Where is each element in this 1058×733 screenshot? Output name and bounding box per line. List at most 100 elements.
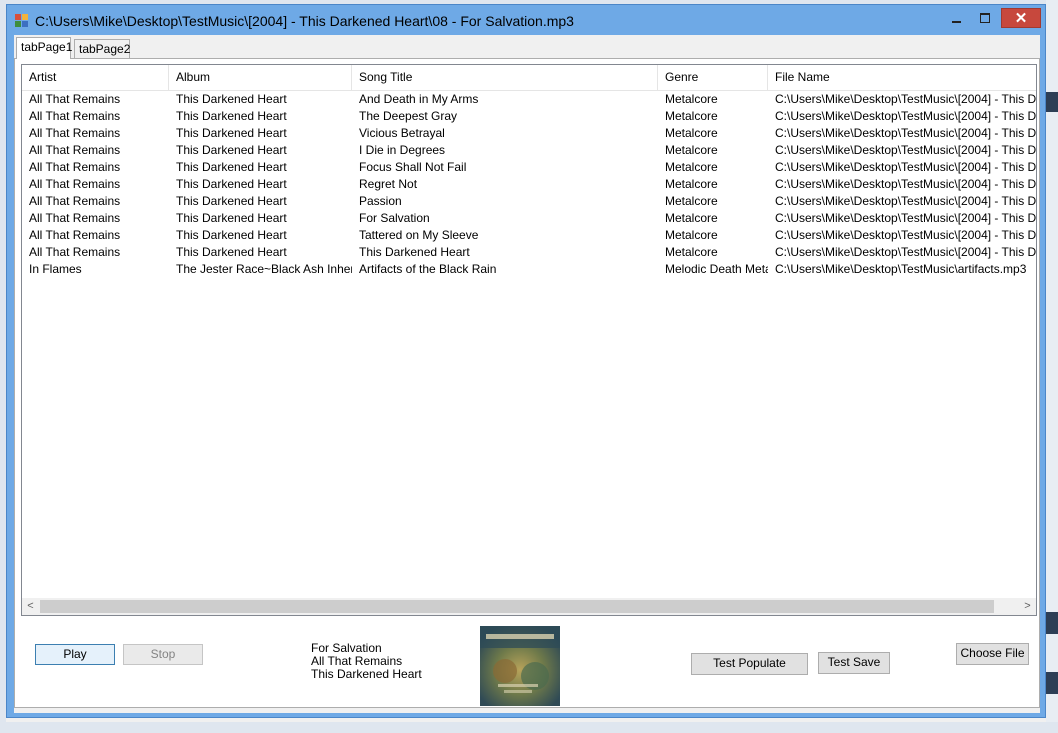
column-header-genre[interactable]: Genre bbox=[658, 65, 768, 90]
cell-genre: Metalcore bbox=[665, 160, 718, 174]
cell-genre: Metalcore bbox=[665, 109, 718, 123]
tab-page1[interactable]: tabPage1 bbox=[16, 37, 72, 59]
cell-artist: All That Remains bbox=[29, 228, 121, 242]
cell-artist: All That Remains bbox=[29, 160, 121, 174]
table-row[interactable]: All That Remains This Darkened Heart The D… bbox=[22, 108, 1037, 125]
cell-album: This Darkened Heart bbox=[176, 177, 287, 191]
scroll-left-icon[interactable]: < bbox=[22, 598, 39, 615]
cell-album: This Darkened Heart bbox=[176, 245, 287, 259]
table-row[interactable]: All That Remains This Darkened Heart Vicio… bbox=[22, 125, 1037, 142]
table-row[interactable]: All That Remains This Darkened Heart This … bbox=[22, 244, 1037, 261]
scroll-right-icon[interactable]: > bbox=[1019, 598, 1036, 615]
column-header-album[interactable]: Album bbox=[169, 65, 352, 90]
table-row[interactable]: All That Remains This Darkened Heart And D… bbox=[22, 91, 1037, 108]
cell-song-title: Tattered on My Sleeve bbox=[359, 228, 479, 242]
cell-genre: Metalcore bbox=[665, 92, 718, 106]
background-taskbar bbox=[0, 722, 1058, 733]
table-row[interactable]: In Flames The Jester Race~Black Ash Inher… bbox=[22, 261, 1036, 278]
cell-artist: All That Remains bbox=[29, 194, 121, 208]
table-row[interactable]: All That Remains This Darkened Heart For S… bbox=[22, 210, 1037, 227]
cell-album: The Jester Race~Black Ash Inher... bbox=[176, 262, 352, 276]
stop-button[interactable]: Stop bbox=[123, 644, 203, 665]
cell-song-title: Passion bbox=[359, 194, 402, 208]
cell-genre: Metalcore bbox=[665, 245, 718, 259]
table-row[interactable]: All That Remains This Darkened Heart Focus… bbox=[22, 159, 1037, 176]
close-button[interactable]: ✕ bbox=[1001, 8, 1041, 28]
cell-artist: In Flames bbox=[29, 262, 82, 276]
cell-genre: Metalcore bbox=[665, 126, 718, 140]
cell-album: This Darkened Heart bbox=[176, 92, 287, 106]
cell-artist: All That Remains bbox=[29, 177, 121, 191]
cell-genre: Metalcore bbox=[665, 211, 718, 225]
cell-artist: All That Remains bbox=[29, 109, 121, 123]
cell-file-name: C:\Users\Mike\Desktop\TestMusic\[2004] -… bbox=[775, 92, 1037, 106]
client-area: tabPage1 tabPage2 Artist Album Song Titl… bbox=[14, 35, 1040, 713]
horizontal-scrollbar[interactable]: < > bbox=[22, 598, 1036, 615]
close-icon: ✕ bbox=[1014, 10, 1028, 27]
cell-song-title: The Deepest Gray bbox=[359, 109, 458, 123]
list-rows: All That Remains This Darkened Heart And D… bbox=[22, 91, 1037, 278]
scrollbar-thumb[interactable] bbox=[40, 600, 994, 613]
cell-file-name: C:\Users\Mike\Desktop\TestMusic\[2004] -… bbox=[775, 228, 1037, 242]
cell-song-title: Artifacts of the Black Rain bbox=[359, 262, 497, 276]
cell-genre: Metalcore bbox=[665, 194, 718, 208]
cell-artist: All That Remains bbox=[29, 92, 121, 106]
test-populate-button[interactable]: Test Populate bbox=[691, 653, 808, 675]
cell-song-title: For Salvation bbox=[359, 211, 430, 225]
album-art-image bbox=[480, 626, 560, 706]
minimize-button[interactable] bbox=[943, 8, 971, 28]
cell-artist: All That Remains bbox=[29, 211, 121, 225]
cell-genre: Metalcore bbox=[665, 143, 718, 157]
cell-artist: All That Remains bbox=[29, 126, 121, 140]
cell-album: This Darkened Heart bbox=[176, 160, 287, 174]
cell-file-name: C:\Users\Mike\Desktop\TestMusic\[2004] -… bbox=[775, 245, 1037, 259]
maximize-button[interactable] bbox=[971, 8, 999, 28]
cell-genre: Metalcore bbox=[665, 228, 718, 242]
cell-file-name: C:\Users\Mike\Desktop\TestMusic\[2004] -… bbox=[775, 211, 1037, 225]
column-header-artist[interactable]: Artist bbox=[22, 65, 169, 90]
column-header-file-name[interactable]: File Name bbox=[768, 65, 1036, 90]
cell-file-name: C:\Users\Mike\Desktop\TestMusic\[2004] -… bbox=[775, 126, 1037, 140]
cell-album: This Darkened Heart bbox=[176, 126, 287, 140]
cell-song-title: Vicious Betrayal bbox=[359, 126, 445, 140]
cell-song-title: This Darkened Heart bbox=[359, 245, 470, 259]
cell-artist: All That Remains bbox=[29, 245, 121, 259]
play-button[interactable]: Play bbox=[35, 644, 115, 665]
now-playing-album: This Darkened Heart bbox=[311, 667, 422, 681]
tab-strip: tabPage1 tabPage2 bbox=[14, 37, 1040, 59]
cell-genre: Melodic Death Metal bbox=[665, 262, 768, 276]
window-title: C:\Users\Mike\Desktop\TestMusic\[2004] -… bbox=[35, 13, 574, 29]
column-header-song-title[interactable]: Song Title bbox=[352, 65, 658, 90]
table-row[interactable]: All That Remains This Darkened Heart I Die… bbox=[22, 142, 1037, 159]
cell-artist: All That Remains bbox=[29, 143, 121, 157]
list-header: Artist Album Song Title Genre File Name bbox=[22, 65, 1036, 91]
cell-file-name: C:\Users\Mike\Desktop\TestMusic\[2004] -… bbox=[775, 143, 1037, 157]
cell-song-title: Regret Not bbox=[359, 177, 418, 191]
song-list-view[interactable]: Artist Album Song Title Genre File Name … bbox=[21, 64, 1037, 616]
cell-album: This Darkened Heart bbox=[176, 228, 287, 242]
cell-file-name: C:\Users\Mike\Desktop\TestMusic\[2004] -… bbox=[775, 194, 1037, 208]
title-bar[interactable]: C:\Users\Mike\Desktop\TestMusic\[2004] -… bbox=[7, 5, 1045, 35]
background-ide-right bbox=[1046, 0, 1058, 733]
table-row[interactable]: All That Remains This Darkened Heart Regre… bbox=[22, 176, 1037, 193]
app-form-icon[interactable] bbox=[15, 14, 29, 28]
test-save-button[interactable]: Test Save bbox=[818, 652, 890, 674]
table-row[interactable]: All That Remains This Darkened Heart Passi… bbox=[22, 193, 1037, 210]
table-row[interactable]: All That Remains This Darkened Heart Tatte… bbox=[22, 227, 1037, 244]
choose-file-button[interactable]: Choose File bbox=[956, 643, 1029, 665]
cell-file-name: C:\Users\Mike\Desktop\TestMusic\[2004] -… bbox=[775, 109, 1037, 123]
cell-file-name: C:\Users\Mike\Desktop\TestMusic\artifact… bbox=[775, 262, 1027, 276]
cell-genre: Metalcore bbox=[665, 177, 718, 191]
cell-song-title: Focus Shall Not Fail bbox=[359, 160, 467, 174]
cell-file-name: C:\Users\Mike\Desktop\TestMusic\[2004] -… bbox=[775, 177, 1037, 191]
cell-song-title: I Die in Degrees bbox=[359, 143, 446, 157]
cell-album: This Darkened Heart bbox=[176, 143, 287, 157]
tab-page2[interactable]: tabPage2 bbox=[74, 39, 130, 58]
cell-file-name: C:\Users\Mike\Desktop\TestMusic\[2004] -… bbox=[775, 160, 1037, 174]
app-window: C:\Users\Mike\Desktop\TestMusic\[2004] -… bbox=[6, 4, 1046, 718]
cell-album: This Darkened Heart bbox=[176, 194, 287, 208]
now-playing-info: For Salvation All That Remains This Dark… bbox=[311, 642, 422, 681]
tab-panel: Artist Album Song Title Genre File Name … bbox=[14, 58, 1040, 708]
cell-song-title: And Death in My Arms bbox=[359, 92, 479, 106]
cell-album: This Darkened Heart bbox=[176, 109, 287, 123]
